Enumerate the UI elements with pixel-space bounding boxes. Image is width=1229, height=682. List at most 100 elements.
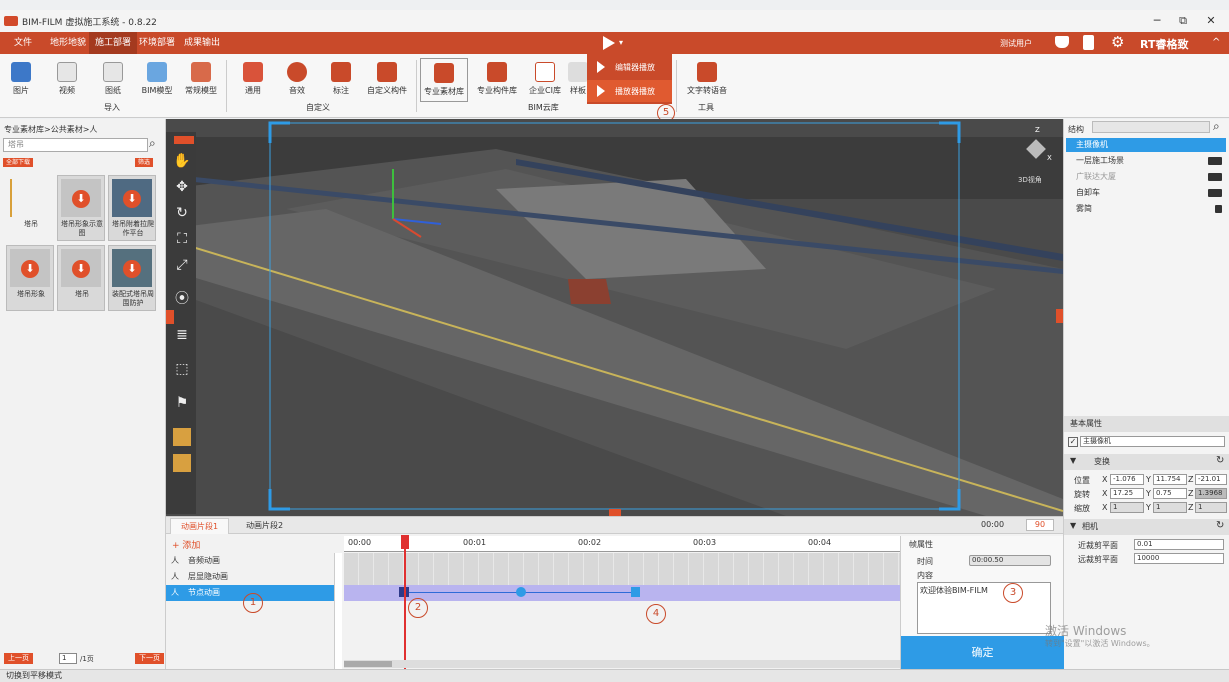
professional-material-button[interactable]: 专业素材库 [420,58,468,102]
image-button[interactable]: 图片 [0,58,42,96]
asset-item[interactable]: ⬇ 塔吊 [57,245,105,311]
scale-x-field[interactable]: 1 [1110,502,1144,513]
download-icon[interactable]: ⬇ [123,190,141,208]
asset-item[interactable]: ⬇ 装配式塔吊周围防护 [108,245,156,311]
camera-header[interactable]: 相机 [1064,519,1229,535]
editor-play-item[interactable]: 编辑器播放 [587,56,672,78]
download-icon[interactable]: ⬇ [72,260,90,278]
text-to-speech-button[interactable]: 文字转语音 [682,58,732,96]
play-icon[interactable] [603,36,615,50]
document-icon[interactable] [1083,35,1094,50]
frame-input[interactable]: 90 [1026,519,1054,531]
asset-item[interactable]: 塔吊 [6,175,54,241]
tab-output[interactable]: 成果输出 [178,32,226,54]
far-clip-field[interactable]: 10000 [1134,553,1224,564]
scale-z-field[interactable]: 1 [1195,502,1227,513]
time-ruler[interactable]: 00:00 00:01 00:02 00:03 00:04 [344,536,900,552]
asset-item[interactable]: ⬇ 塔吊形象示意图 [57,175,105,241]
download-icon[interactable]: ⬇ [21,260,39,278]
drawing-button[interactable]: 图纸 [92,58,134,96]
tab-terrain[interactable]: 地形地貌 [44,32,92,54]
collapse-toolbar-button[interactable] [174,136,194,144]
reset-icon[interactable]: ↻ [1216,520,1224,531]
sound-button[interactable]: 音效 [276,58,318,96]
hand-icon[interactable]: ✋ [173,152,191,170]
video-button[interactable]: 视频 [46,58,88,96]
tab-clip-2[interactable]: 动画片段2 [238,518,291,534]
enterprise-ci-button[interactable]: 企业CI库 [524,58,566,96]
annotation-button[interactable]: 标注 [320,58,362,96]
3d-viewport[interactable]: X Z 3D视角 [166,119,1063,516]
position-y-field[interactable]: 11.754 [1153,474,1187,485]
visible-checkbox[interactable]: ✓ [1068,437,1078,447]
tree-item[interactable]: 主摄像机 [1066,138,1226,152]
rotation-x-field[interactable]: 17.25 [1110,488,1144,499]
page-input[interactable]: 1 [59,653,77,664]
asset-item[interactable]: ⬇ 塔吊附着拉爬作平台 [108,175,156,241]
restore-button[interactable]: ⧉ [1176,14,1190,28]
tab-file[interactable]: 文件 [8,32,38,54]
player-play-item[interactable]: 播放器播放 [587,80,672,102]
download-icon[interactable]: ⬇ [72,190,90,208]
multi-select-icon[interactable] [173,454,191,472]
chevron-down-icon[interactable]: ▾ [619,38,623,47]
position-z-field[interactable]: -21.01 [1195,474,1227,485]
regular-model-button[interactable]: 常规模型 [180,58,222,96]
filter-button[interactable]: 筛选 [135,158,154,167]
download-all-button[interactable]: 全部下载 [3,158,34,167]
structure-search-input[interactable] [1092,121,1210,133]
collapse-left-handle[interactable] [166,310,174,324]
keyframe[interactable] [631,587,640,597]
node-animation-lane[interactable] [344,585,900,601]
expand-icon[interactable]: ⤢ [173,256,191,274]
position-x-field[interactable]: -1.076 [1110,474,1144,485]
collapse-right-handle[interactable] [1056,309,1063,323]
object-name-field[interactable]: 主摄像机 [1080,436,1225,447]
professional-component-button[interactable]: 专业构件库 [472,58,522,96]
collapse-ribbon-button[interactable]: ^ [1212,37,1220,48]
content-textarea[interactable]: 欢迎体验BIM-FILM [917,582,1051,634]
tree-item[interactable]: 一层施工场景 [1066,154,1226,168]
tree-item[interactable]: 自卸车 [1066,186,1226,200]
timeline-scrollbar[interactable] [344,660,900,668]
transform-header[interactable]: 变换 [1064,454,1229,470]
playhead-handle[interactable] [401,535,409,549]
asset-item[interactable]: ⬇ 塔吊形象 [6,245,54,311]
graduation-cap-icon[interactable] [1055,36,1069,48]
scale-y-field[interactable]: 1 [1153,502,1187,513]
lock-icon[interactable] [1208,173,1222,181]
lock-icon[interactable] [1208,157,1222,165]
view-gizmo[interactable]: X Z [1021,126,1052,164]
custom-component-button[interactable]: 自定义构件 [362,58,412,96]
rotation-y-field[interactable]: 0.75 [1153,488,1187,499]
flag-icon[interactable]: ⚑ [173,394,191,412]
keyframe[interactable] [516,587,526,597]
lock-icon[interactable] [1215,205,1222,213]
user-name[interactable]: 测试用户 [1000,38,1032,49]
minimize-button[interactable]: ─ [1150,14,1164,27]
tab-clip-1[interactable]: 动画片段1 [170,518,230,534]
track-lanes[interactable] [344,553,900,585]
prev-page-button[interactable]: 上一页 [4,653,33,664]
search-icon[interactable]: ⌕ [1213,119,1220,134]
tab-construction[interactable]: 施工部署 [89,32,138,54]
tree-item[interactable]: 广联达大厦 [1066,170,1226,184]
add-track-button[interactable]: + 添加 [172,538,200,551]
general-button[interactable]: 通用 [232,58,274,96]
track-row[interactable]: 层显隐动画 [166,569,334,585]
tab-environment[interactable]: 环境部署 [133,32,181,54]
select-icon[interactable] [173,428,191,446]
collapse-bottom-handle[interactable] [609,509,621,516]
lock-icon[interactable] [1208,189,1222,197]
search-input[interactable]: 塔吊 [3,138,148,152]
confirm-button[interactable]: 确定 [901,636,1064,670]
expand-icon[interactable]: ▼ [1070,521,1076,530]
track-row[interactable]: 音频动画 [166,553,334,569]
bounding-icon[interactable]: ⬚ [173,360,191,378]
layers-icon[interactable]: ≣ [173,326,191,344]
scale-icon[interactable]: ⛶ [173,230,191,248]
search-icon[interactable]: ⌕ [149,136,156,151]
rotate-icon[interactable]: ↻ [173,204,191,222]
download-icon[interactable]: ⬇ [123,260,141,278]
gear-icon[interactable]: ⚙ [1111,33,1124,51]
